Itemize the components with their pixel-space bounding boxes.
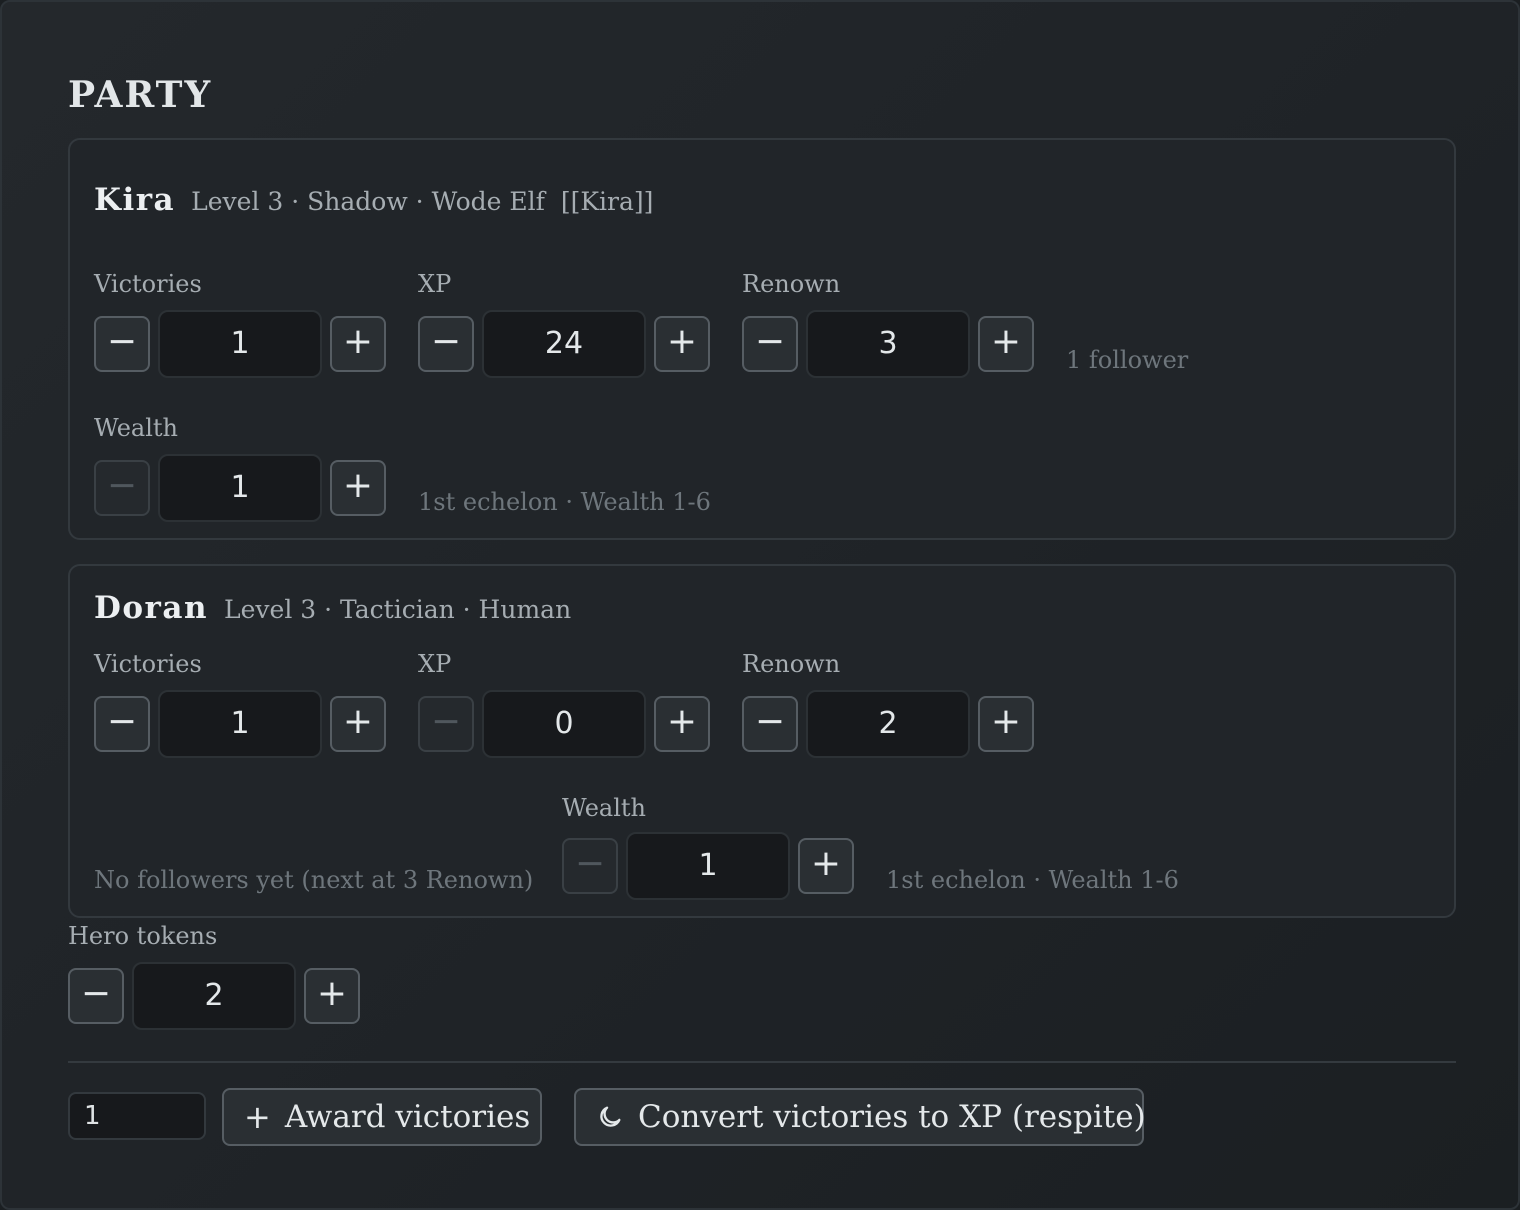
hero-tokens-stepper: − 2 +: [68, 962, 360, 1030]
renown-label: Renown: [742, 270, 841, 298]
xp-decrement-button[interactable]: −: [418, 696, 474, 752]
victories-increment-button[interactable]: +: [330, 316, 386, 372]
hero-link[interactable]: [[Kira]]: [561, 187, 654, 216]
renown-stepper: − 2 +: [742, 690, 1034, 758]
hero-meta: Level 3 · Shadow · Wode Elf: [191, 187, 545, 216]
victories-stepper: − 1 +: [94, 310, 386, 378]
xp-decrement-button[interactable]: −: [418, 316, 474, 372]
victories-decrement-button[interactable]: −: [94, 696, 150, 752]
divider: [68, 1061, 1456, 1063]
renown-stepper: − 3 +: [742, 310, 1034, 378]
hero-tokens-label: Hero tokens: [68, 922, 218, 950]
convert-victories-label: Convert victories to XP (respite): [638, 1099, 1146, 1135]
award-victories-button[interactable]: + Award victories: [222, 1088, 542, 1146]
followers-note: No followers yet (next at 3 Renown): [94, 866, 534, 894]
party-panel: PARTY Kira Level 3 · Shadow · Wode Elf […: [0, 0, 1520, 1210]
renown-increment-button[interactable]: +: [978, 696, 1034, 752]
victories-decrement-button[interactable]: −: [94, 316, 150, 372]
wealth-value[interactable]: 1: [626, 832, 790, 900]
wealth-label: Wealth: [94, 414, 178, 442]
hero-header: Doran Level 3 · Tactician · Human: [94, 590, 571, 626]
wealth-increment-button[interactable]: +: [330, 460, 386, 516]
hero-name: Doran: [94, 590, 209, 626]
victories-value[interactable]: 1: [158, 310, 322, 378]
hero-name: Kira: [94, 182, 176, 218]
victories-label: Victories: [94, 650, 202, 678]
xp-value[interactable]: 0: [482, 690, 646, 758]
wealth-decrement-button[interactable]: −: [94, 460, 150, 516]
echelon-note: 1st echelon · Wealth 1-6: [418, 488, 711, 516]
followers-note: 1 follower: [1066, 346, 1189, 374]
hero-meta: Level 3 · Tactician · Human: [224, 595, 572, 624]
hero-card-doran: Doran Level 3 · Tactician · Human Victor…: [68, 564, 1456, 918]
victories-increment-button[interactable]: +: [330, 696, 386, 752]
hero-tokens-value[interactable]: 2: [132, 962, 296, 1030]
wealth-stepper: − 1 +: [562, 832, 854, 900]
convert-victories-button[interactable]: Convert victories to XP (respite): [574, 1088, 1146, 1146]
plus-icon: +: [244, 1098, 271, 1136]
xp-value[interactable]: 24: [482, 310, 646, 378]
victories-value[interactable]: 1: [158, 690, 322, 758]
renown-value[interactable]: 2: [806, 690, 970, 758]
wealth-stepper: − 1 +: [94, 454, 386, 522]
xp-label: XP: [418, 270, 452, 298]
moon-icon: [596, 1103, 624, 1131]
xp-label: XP: [418, 650, 452, 678]
xp-increment-button[interactable]: +: [654, 316, 710, 372]
renown-label: Renown: [742, 650, 841, 678]
renown-decrement-button[interactable]: −: [742, 316, 798, 372]
renown-decrement-button[interactable]: −: [742, 696, 798, 752]
renown-value[interactable]: 3: [806, 310, 970, 378]
award-count-input[interactable]: [68, 1092, 206, 1140]
xp-increment-button[interactable]: +: [654, 696, 710, 752]
xp-stepper: − 0 +: [418, 690, 710, 758]
hero-card-kira: Kira Level 3 · Shadow · Wode Elf [[Kira]…: [68, 138, 1456, 540]
echelon-note: 1st echelon · Wealth 1-6: [886, 866, 1179, 894]
hero-tokens-decrement-button[interactable]: −: [68, 968, 124, 1024]
hero-header: Kira Level 3 · Shadow · Wode Elf [[Kira]…: [94, 182, 653, 218]
wealth-value[interactable]: 1: [158, 454, 322, 522]
xp-stepper: − 24 +: [418, 310, 710, 378]
page-title: PARTY: [68, 74, 213, 116]
victories-label: Victories: [94, 270, 202, 298]
wealth-label: Wealth: [562, 794, 646, 822]
award-victories-label: Award victories: [284, 1099, 531, 1135]
wealth-decrement-button[interactable]: −: [562, 838, 618, 894]
renown-increment-button[interactable]: +: [978, 316, 1034, 372]
wealth-increment-button[interactable]: +: [798, 838, 854, 894]
victories-stepper: − 1 +: [94, 690, 386, 758]
hero-tokens-increment-button[interactable]: +: [304, 968, 360, 1024]
